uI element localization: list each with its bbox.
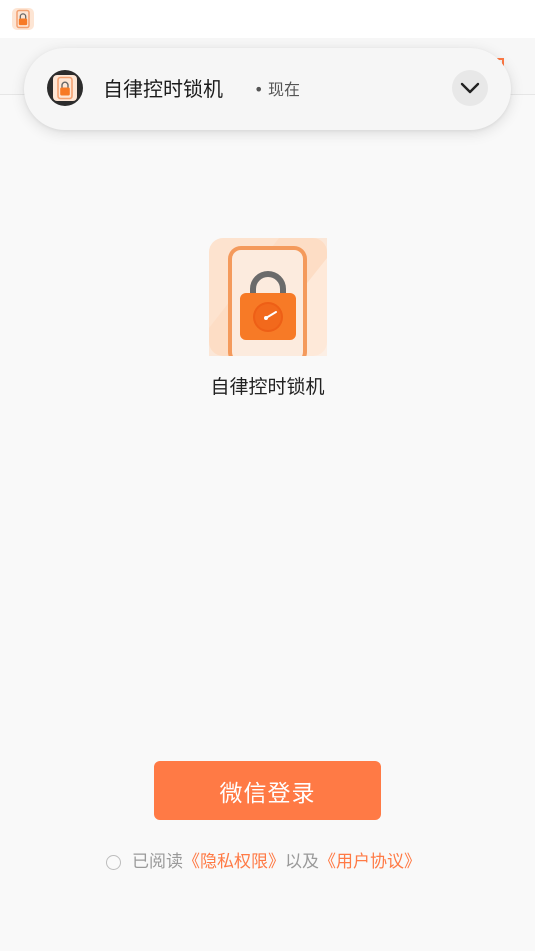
agreement-checkbox[interactable] — [106, 854, 121, 870]
notification-time: 现在 — [268, 80, 301, 99]
wechat-login-button[interactable]: 微信登录 — [154, 761, 381, 820]
user-agreement-link[interactable]: 《用户协议》 — [319, 849, 421, 875]
chevron-down-icon — [460, 82, 480, 94]
agreement-prefix: 已阅读 — [132, 852, 183, 872]
app-logo — [209, 238, 327, 356]
notification-banner[interactable]: 自律控时锁机 • 现在 — [24, 48, 511, 130]
status-bar — [0, 0, 535, 38]
agreement-row: 已阅读 《隐私权限》 以及 《用户协议》 — [106, 849, 421, 875]
agreement-and: 以及 — [285, 852, 319, 872]
privacy-policy-link[interactable]: 《隐私权限》 — [183, 849, 285, 875]
notification-separator: • — [254, 80, 264, 99]
lock-icon — [53, 75, 77, 101]
app-name: 自律控时锁机 — [210, 376, 325, 398]
notification-app-name: 自律控时锁机 — [103, 77, 223, 101]
notification-app-icon — [47, 70, 83, 106]
notification-expand-button[interactable] — [452, 70, 488, 106]
app-status-icon — [12, 8, 34, 30]
